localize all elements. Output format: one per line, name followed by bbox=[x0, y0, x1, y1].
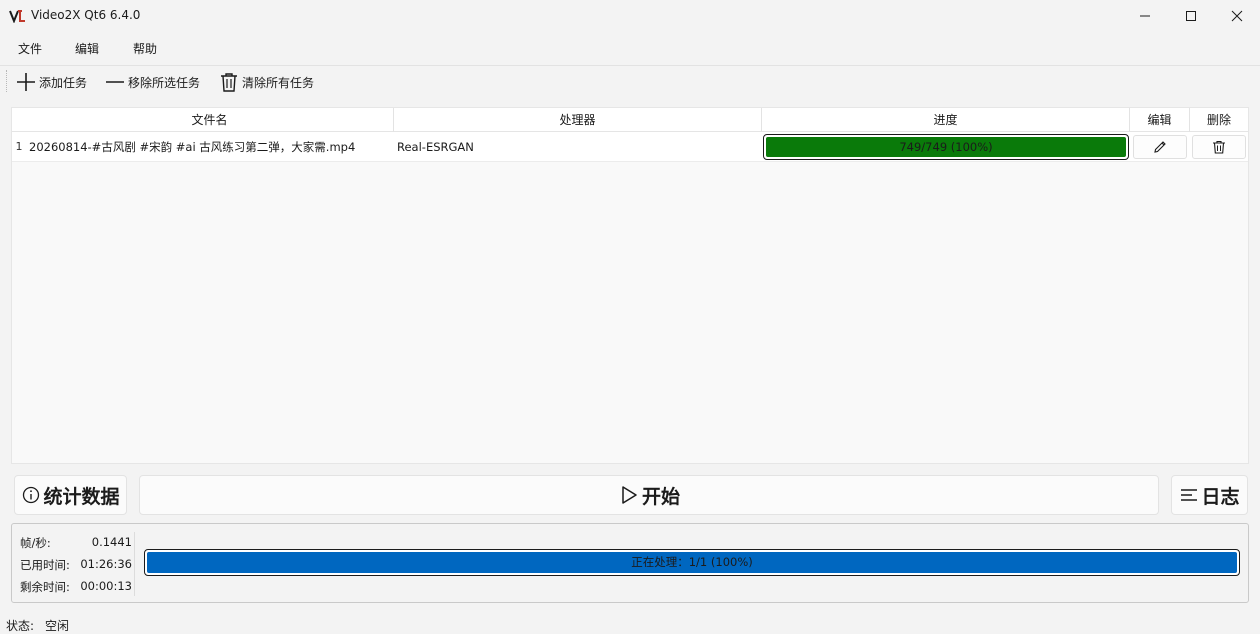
pencil-icon bbox=[1154, 141, 1166, 153]
menu-bar: 文件 编辑 帮助 bbox=[0, 32, 1260, 62]
stats-divider bbox=[134, 532, 135, 596]
stats-button[interactable]: 统计数据 bbox=[14, 475, 127, 515]
overall-progress-text: 正在处理：1/1 (100%) bbox=[631, 555, 753, 569]
status-value: 空闲 bbox=[45, 619, 70, 633]
task-progress-bar: 749/749 (100%) bbox=[763, 134, 1129, 160]
stats-label: 统计数据 bbox=[43, 485, 120, 508]
status-label: 状态: bbox=[6, 619, 35, 633]
add-task-label: 添加任务 bbox=[39, 75, 88, 90]
toolbar: 添加任务 移除所选任务 清除所有任务 bbox=[0, 65, 1260, 97]
maximize-icon bbox=[1186, 11, 1196, 21]
start-label: 开始 bbox=[641, 485, 680, 508]
log-button[interactable]: 日志 bbox=[1171, 475, 1248, 515]
menu-help[interactable]: 帮助 bbox=[133, 40, 157, 57]
row-index: 1 bbox=[15, 140, 23, 153]
minimize-icon bbox=[1140, 15, 1150, 17]
remaining-label: 剩余时间: bbox=[20, 580, 70, 594]
title-bar: Video2X Qt6 6.4.0 bbox=[0, 0, 1260, 32]
close-button[interactable] bbox=[1214, 0, 1260, 32]
menu-edit[interactable]: 编辑 bbox=[75, 40, 99, 57]
stat-fps: 帧/秒: 0.1441 bbox=[20, 535, 132, 555]
stat-remaining: 剩余时间: 00:00:13 bbox=[20, 579, 132, 599]
delete-task-button[interactable] bbox=[1192, 135, 1246, 159]
minus-icon bbox=[106, 81, 124, 83]
trash-icon bbox=[221, 73, 237, 92]
fps-value: 0.1441 bbox=[91, 535, 132, 549]
clear-all-button[interactable]: 清除所有任务 bbox=[218, 69, 314, 95]
column-header-filename[interactable]: 文件名 bbox=[26, 108, 394, 132]
remaining-value: 00:00:13 bbox=[80, 579, 132, 593]
column-header-processor[interactable]: 处理器 bbox=[394, 108, 762, 132]
stat-elapsed: 已用时间: 01:26:36 bbox=[20, 557, 132, 577]
column-header-delete[interactable]: 删除 bbox=[1190, 108, 1248, 132]
info-icon bbox=[23, 486, 40, 504]
elapsed-value: 01:26:36 bbox=[80, 557, 132, 571]
edit-task-button[interactable] bbox=[1133, 135, 1187, 159]
play-icon bbox=[622, 486, 637, 504]
trash-icon bbox=[1213, 140, 1225, 154]
task-progress-text: 749/749 (100%) bbox=[899, 140, 993, 154]
remove-selected-button[interactable]: 移除所选任务 bbox=[104, 69, 200, 95]
status-bar: 状态: 空闲 bbox=[0, 612, 1260, 634]
minimize-button[interactable] bbox=[1122, 0, 1168, 32]
log-lines-icon bbox=[1181, 489, 1198, 501]
window-title: Video2X Qt6 6.4.0 bbox=[31, 8, 141, 22]
remove-selected-label: 移除所选任务 bbox=[128, 75, 201, 90]
log-label: 日志 bbox=[1201, 485, 1240, 508]
task-table: 文件名 处理器 进度 编辑 删除 1 20260814-#古风剧 #宋韵 #ai… bbox=[11, 107, 1249, 464]
table-header: 文件名 处理器 进度 编辑 删除 bbox=[12, 108, 1248, 132]
elapsed-label: 已用时间: bbox=[20, 558, 70, 572]
table-row[interactable]: 1 20260814-#古风剧 #宋韵 #ai 古风练习第二弹，大家需.mp4 … bbox=[12, 132, 1248, 162]
menu-file[interactable]: 文件 bbox=[18, 40, 42, 57]
stats-panel: 帧/秒: 0.1441 已用时间: 01:26:36 剩余时间: 00:00:1… bbox=[11, 523, 1249, 603]
add-task-button[interactable]: 添加任务 bbox=[15, 69, 87, 95]
close-icon bbox=[1231, 10, 1243, 22]
start-button[interactable]: 开始 bbox=[139, 475, 1159, 515]
plus-icon bbox=[17, 73, 35, 91]
fps-label: 帧/秒: bbox=[20, 536, 51, 550]
toolbar-grip[interactable] bbox=[6, 70, 7, 92]
clear-all-label: 清除所有任务 bbox=[242, 75, 315, 90]
row-processor[interactable]: Real-ESRGAN bbox=[397, 132, 759, 162]
maximize-button[interactable] bbox=[1168, 0, 1214, 32]
overall-progress-bar: 正在处理：1/1 (100%) bbox=[144, 549, 1240, 576]
row-filename[interactable]: 20260814-#古风剧 #宋韵 #ai 古风练习第二弹，大家需.mp4 bbox=[29, 132, 391, 162]
column-header-edit[interactable]: 编辑 bbox=[1130, 108, 1190, 132]
column-header-progress[interactable]: 进度 bbox=[762, 108, 1130, 132]
video2x-logo-icon bbox=[9, 10, 25, 23]
